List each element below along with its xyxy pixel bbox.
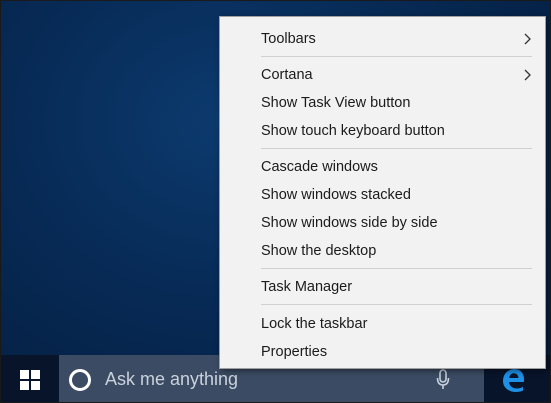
menu-item-show-the-desktop[interactable]: Show the desktop <box>220 237 545 265</box>
menu-item-label: Show touch keyboard button <box>261 123 445 139</box>
microphone-icon[interactable] <box>436 369 450 391</box>
menu-separator <box>261 56 532 57</box>
taskbar-context-menu: Toolbars Cortana Show Task View button S… <box>219 16 546 369</box>
menu-separator <box>261 268 532 269</box>
menu-item-label: Show windows stacked <box>261 187 411 203</box>
menu-item-label: Show Task View button <box>261 95 411 111</box>
menu-separator <box>261 304 532 305</box>
menu-item-show-windows-stacked[interactable]: Show windows stacked <box>220 181 545 209</box>
menu-item-show-touch-keyboard-button[interactable]: Show touch keyboard button <box>220 117 545 145</box>
menu-item-properties[interactable]: Properties <box>220 338 545 366</box>
edge-icon <box>503 368 524 392</box>
menu-item-toolbars[interactable]: Toolbars <box>220 25 545 53</box>
menu-item-show-windows-side-by-side[interactable]: Show windows side by side <box>220 209 545 237</box>
menu-item-label: Cascade windows <box>261 159 378 175</box>
chevron-right-icon <box>524 69 531 81</box>
menu-item-task-manager[interactable]: Task Manager <box>220 273 545 301</box>
menu-item-label: Task Manager <box>261 279 353 295</box>
cortana-icon[interactable] <box>69 368 91 391</box>
menu-item-label: Cortana <box>261 67 313 83</box>
screen: Ask me anything Toolbars Cortana Show Ta… <box>0 0 551 403</box>
start-button[interactable] <box>1 355 59 402</box>
menu-item-label: Show the desktop <box>261 243 377 259</box>
chevron-right-icon <box>524 33 531 45</box>
menu-separator <box>261 148 532 149</box>
windows-logo-icon <box>20 369 40 390</box>
menu-item-label: Properties <box>261 344 328 360</box>
menu-item-cortana[interactable]: Cortana <box>220 61 545 89</box>
menu-item-cascade-windows[interactable]: Cascade windows <box>220 153 545 181</box>
search-placeholder[interactable]: Ask me anything <box>105 369 238 390</box>
menu-item-label: Toolbars <box>261 31 316 47</box>
menu-item-label: Show windows side by side <box>261 215 438 231</box>
menu-item-lock-the-taskbar[interactable]: Lock the taskbar <box>220 310 545 338</box>
menu-item-label: Lock the taskbar <box>261 316 368 332</box>
menu-item-show-task-view-button[interactable]: Show Task View button <box>220 89 545 117</box>
